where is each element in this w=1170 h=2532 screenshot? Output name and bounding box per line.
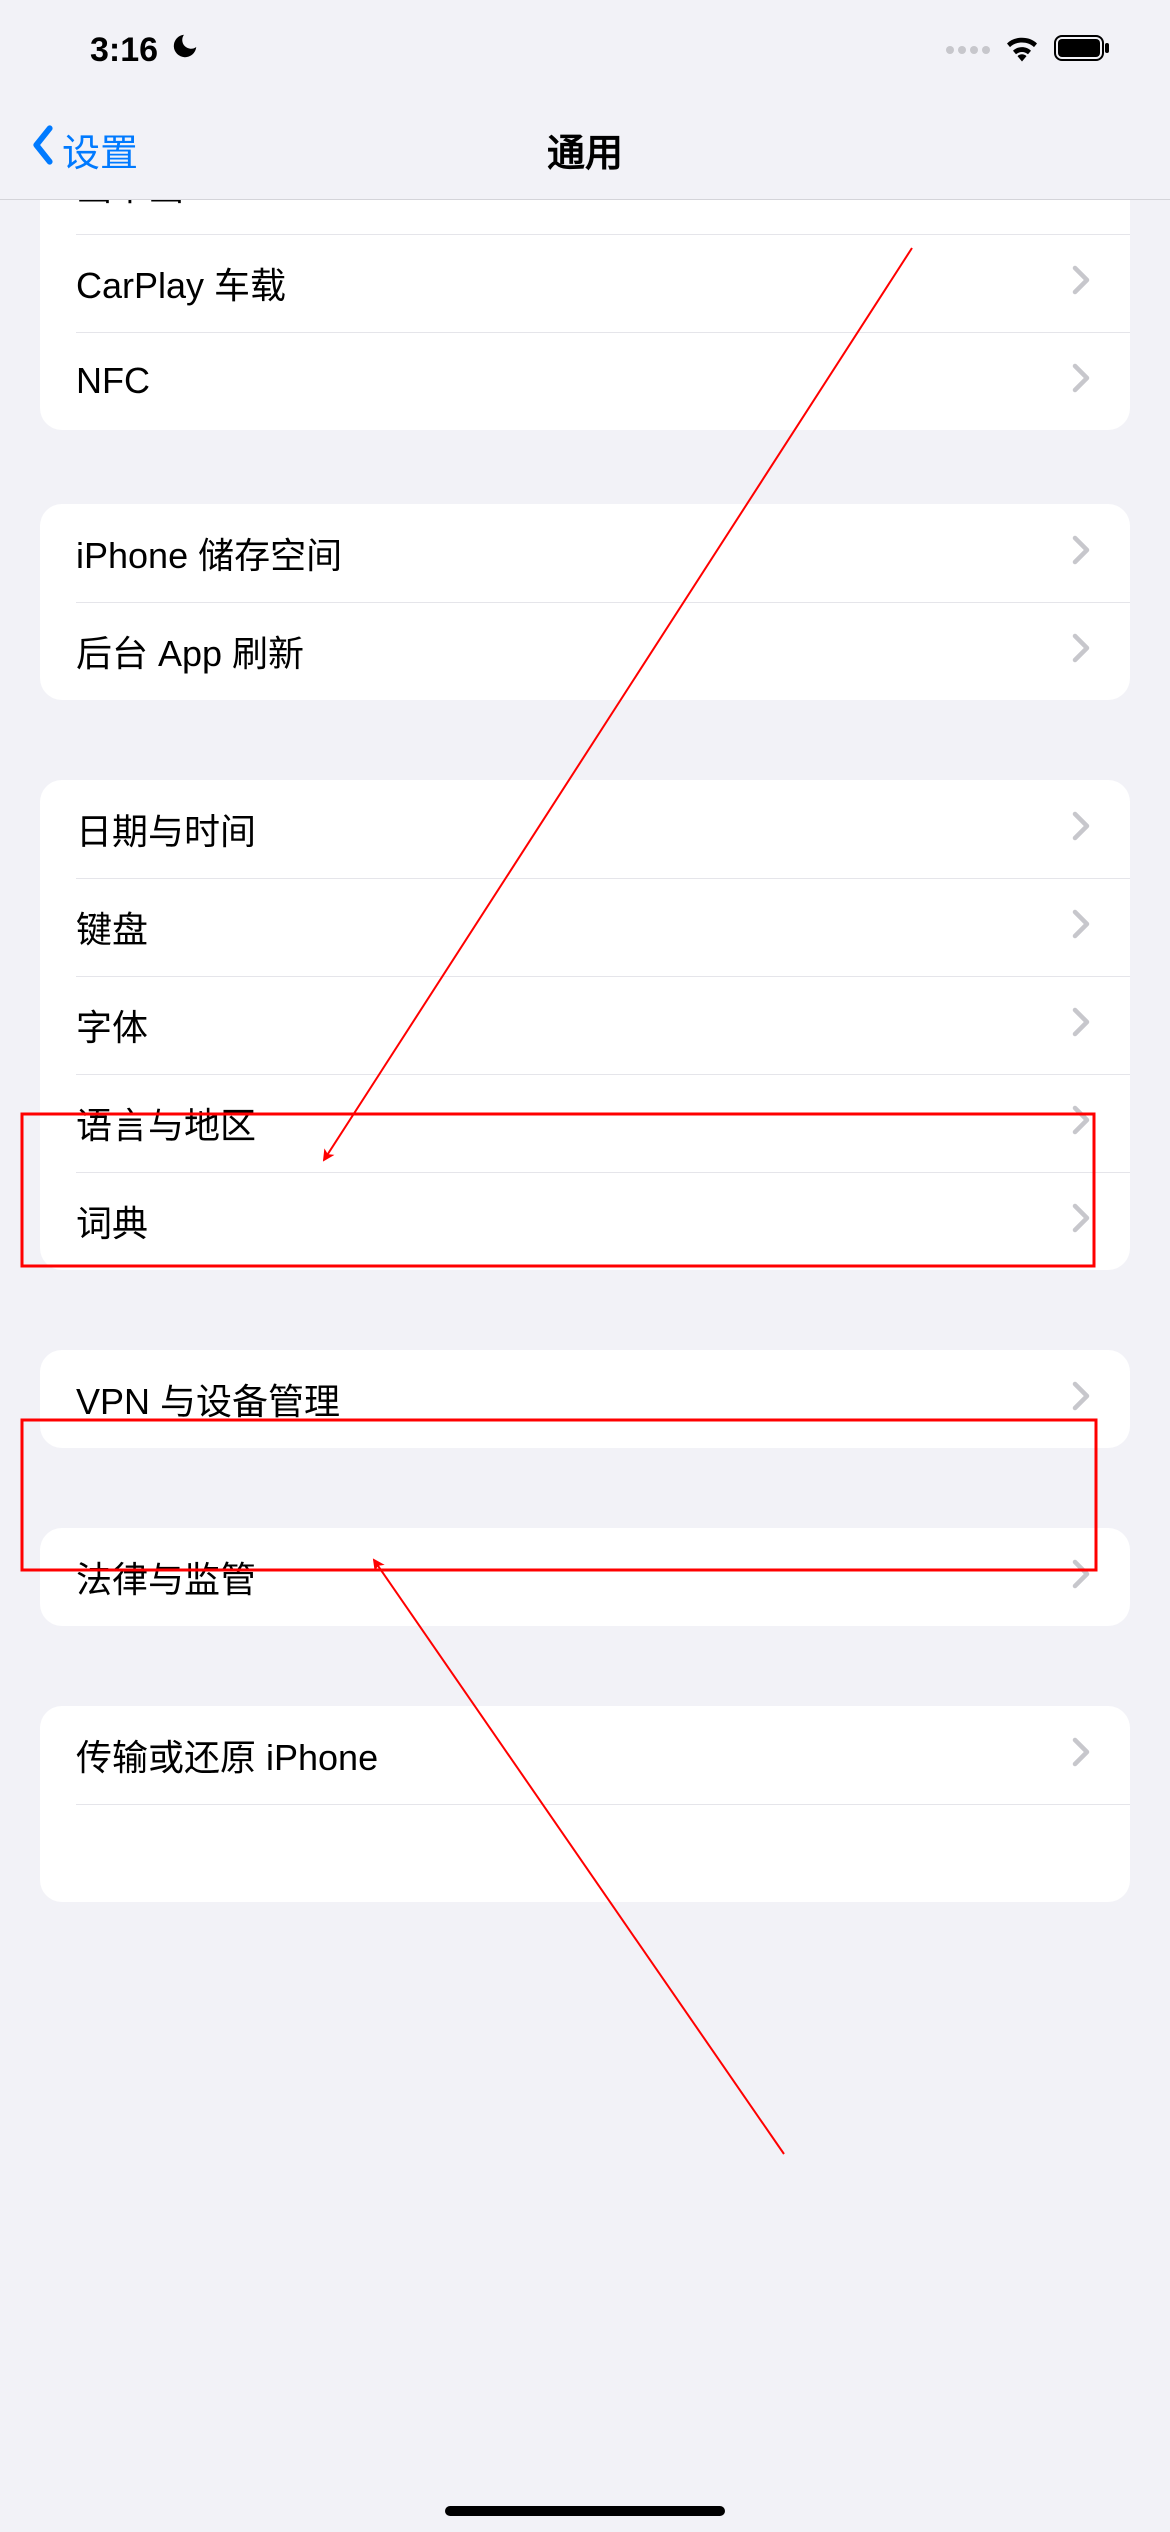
- row-lang[interactable]: 语言与地区: [40, 1074, 1130, 1172]
- chevron-right-icon: [1072, 532, 1090, 574]
- row-label: 语言与地区: [76, 1097, 256, 1149]
- chevron-right-icon: [1072, 1004, 1090, 1046]
- row-pip[interactable]: 画中画: [40, 200, 1130, 234]
- chevron-right-icon: [1072, 808, 1090, 850]
- chevron-right-icon: [1072, 1556, 1090, 1598]
- row-transfer[interactable]: 传输或还原 iPhone: [40, 1706, 1130, 1804]
- group-reset: 传输或还原 iPhone: [40, 1706, 1130, 1902]
- chevron-right-icon: [1072, 1734, 1090, 1776]
- row-vpn[interactable]: VPN 与设备管理: [40, 1350, 1130, 1448]
- row-datetime[interactable]: 日期与时间: [40, 780, 1130, 878]
- group-input: 日期与时间 键盘 字体 语言与地区 词典: [40, 780, 1130, 1270]
- nav-bar: 设置 通用: [0, 100, 1170, 200]
- row-label: 日期与时间: [76, 803, 256, 855]
- row-label: 画中画: [76, 200, 184, 211]
- row-keyboard[interactable]: 键盘: [40, 878, 1130, 976]
- chevron-right-icon: [1072, 1378, 1090, 1420]
- row-label: CarPlay 车载: [76, 257, 286, 309]
- status-time: 3:16: [90, 31, 158, 70]
- row-label: 键盘: [76, 901, 148, 953]
- back-button[interactable]: 设置: [30, 122, 138, 177]
- page-title: 通用: [547, 122, 623, 177]
- back-label: 设置: [62, 122, 138, 177]
- row-dict[interactable]: 词典: [40, 1172, 1130, 1270]
- row-fonts[interactable]: 字体: [40, 976, 1130, 1074]
- wifi-icon: [1004, 34, 1040, 67]
- status-right: [946, 34, 1110, 67]
- row-label: 后台 App 刷新: [76, 625, 304, 677]
- row-label: 传输或还原 iPhone: [76, 1729, 378, 1781]
- group-vpn: VPN 与设备管理: [40, 1350, 1130, 1448]
- row-label: 字体: [76, 999, 148, 1051]
- row-placeholder[interactable]: [40, 1804, 1130, 1902]
- chevron-right-icon: [1072, 906, 1090, 948]
- group-storage: iPhone 储存空间 后台 App 刷新: [40, 504, 1130, 700]
- chevron-right-icon: [1072, 200, 1090, 206]
- home-indicator: [445, 2506, 725, 2516]
- chevron-right-icon: [1072, 1200, 1090, 1242]
- chevron-right-icon: [1072, 630, 1090, 672]
- row-label: iPhone 储存空间: [76, 527, 342, 579]
- chevron-right-icon: [1072, 1102, 1090, 1144]
- row-label: 词典: [76, 1195, 148, 1247]
- cellular-dots-icon: [946, 46, 990, 54]
- row-refresh[interactable]: 后台 App 刷新: [40, 602, 1130, 700]
- row-label: VPN 与设备管理: [76, 1373, 340, 1425]
- chevron-right-icon: [1072, 262, 1090, 304]
- status-bar: 3:16: [0, 0, 1170, 100]
- row-carplay[interactable]: CarPlay 车载: [40, 234, 1130, 332]
- row-label: NFC: [76, 360, 150, 402]
- content: 画中画 CarPlay 车载 NFC iPhone 储存空间 后台 App 刷新…: [0, 200, 1170, 2532]
- chevron-left-icon: [30, 125, 56, 175]
- group-legal: 法律与监管: [40, 1528, 1130, 1626]
- chevron-right-icon: [1072, 360, 1090, 402]
- row-nfc[interactable]: NFC: [40, 332, 1130, 430]
- row-storage[interactable]: iPhone 储存空间: [40, 504, 1130, 602]
- status-left: 3:16: [90, 31, 200, 70]
- group-display: 画中画 CarPlay 车载 NFC: [40, 200, 1130, 430]
- moon-icon: [170, 31, 200, 70]
- row-label: 法律与监管: [76, 1551, 256, 1603]
- battery-icon: [1054, 35, 1110, 66]
- row-legal[interactable]: 法律与监管: [40, 1528, 1130, 1626]
